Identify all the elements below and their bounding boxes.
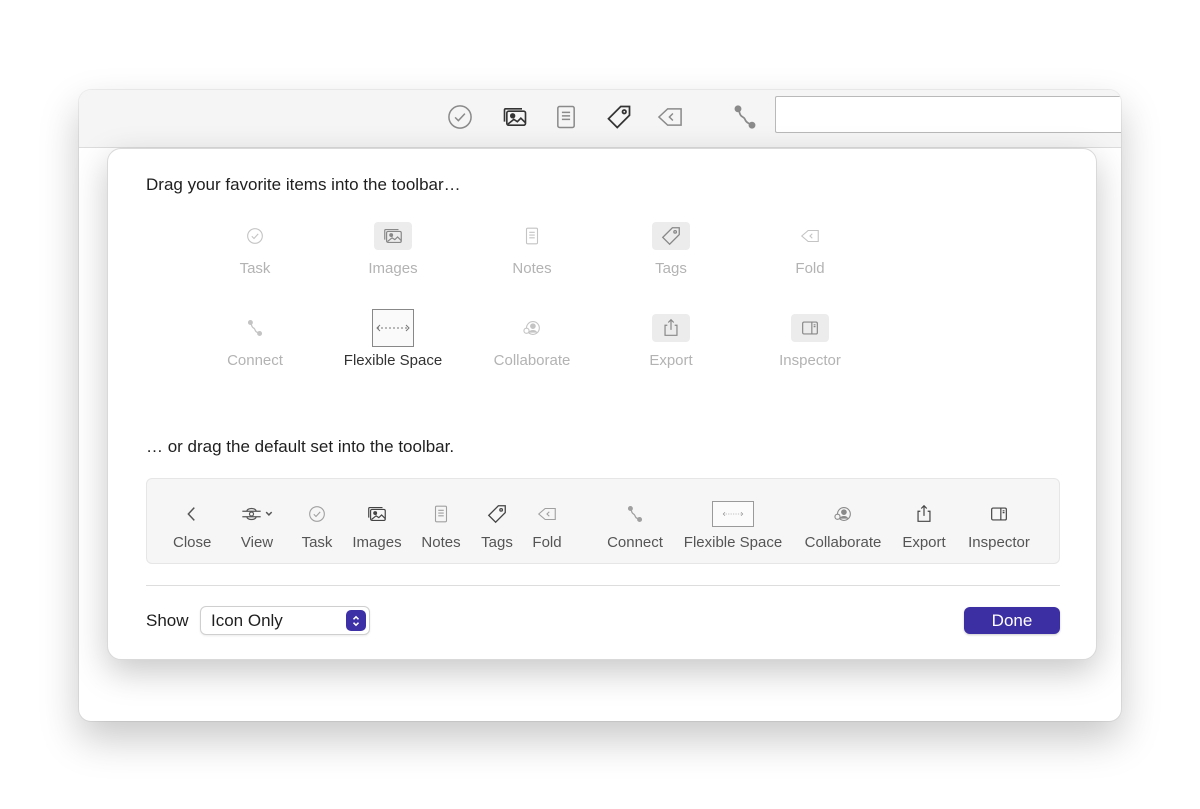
default-item-label: Notes <box>421 534 461 551</box>
palette-item-notes[interactable]: Notes <box>467 221 597 277</box>
notes-icon <box>434 505 448 523</box>
instruction-favorite-items: Drag your favorite items into the toolba… <box>146 175 461 194</box>
default-item-connect: Connect <box>605 501 665 551</box>
flexible-space-icon <box>722 511 744 517</box>
fold-icon <box>800 229 819 243</box>
palette-item-label: Inspector <box>779 352 841 369</box>
inspector-icon <box>991 507 1007 521</box>
default-item-images: Images <box>351 501 403 551</box>
sheet-divider <box>146 585 1060 586</box>
connect-icon <box>247 320 263 336</box>
palette-item-connect[interactable]: Connect <box>190 313 320 369</box>
default-item-fold: Fold <box>531 501 563 551</box>
export-icon <box>664 318 678 336</box>
images-icon[interactable] <box>498 100 532 134</box>
palette-item-inspector[interactable]: Inspector <box>745 313 875 369</box>
chevron-left-icon <box>187 507 195 521</box>
default-item-task: Task <box>299 501 335 551</box>
palette-item-task[interactable]: Task <box>190 221 320 277</box>
connect-icon[interactable] <box>728 100 762 134</box>
tags-icon <box>487 505 506 524</box>
palette-item-label: Connect <box>227 352 283 369</box>
task-icon[interactable] <box>443 100 477 134</box>
task-icon <box>247 228 263 244</box>
palette-item-label: Fold <box>795 260 825 277</box>
default-item-label: View <box>240 534 274 551</box>
done-button[interactable]: Done <box>964 607 1060 634</box>
default-item-label: Inspector <box>968 534 1030 551</box>
images-icon <box>384 228 402 244</box>
collaborate-icon <box>523 321 540 335</box>
window-toolbar <box>79 90 1121 148</box>
palette-item-label: Export <box>649 352 693 369</box>
default-item-label: Images <box>352 534 402 551</box>
palette-item-export[interactable]: Export <box>606 313 736 369</box>
default-item-collaborate: Collaborate <box>802 501 884 551</box>
default-item-flexible-space: Flexible Space <box>683 501 783 551</box>
show-mode-select[interactable]: Icon Only <box>200 606 370 635</box>
default-item-export: Export <box>901 501 947 551</box>
palette-item-collaborate[interactable]: Collaborate <box>467 313 597 369</box>
images-icon <box>368 506 386 522</box>
inspector-icon <box>802 321 818 335</box>
show-mode-value: Icon Only <box>211 611 283 630</box>
show-label: Show <box>146 611 189 630</box>
default-item-notes: Notes <box>419 501 463 551</box>
palette-item-label: Collaborate <box>493 352 571 369</box>
fold-icon[interactable] <box>653 100 687 134</box>
flexible-space-icon <box>376 324 410 332</box>
collaborate-icon <box>834 507 851 521</box>
default-item-tags: Tags <box>479 501 515 551</box>
palette-item-label: Images <box>368 260 418 277</box>
default-item-label: Close <box>173 534 212 551</box>
connect-icon <box>627 506 643 522</box>
default-set-toolbar[interactable]: Close View Task Images Notes Tags Fold C… <box>146 478 1060 564</box>
palette-item-fold[interactable]: Fold <box>745 221 875 277</box>
task-icon <box>309 506 325 522</box>
palette-item-flexible-space[interactable]: Flexible Space <box>328 309 458 369</box>
tags-icon <box>661 227 680 246</box>
view-icon <box>242 507 273 521</box>
customize-toolbar-sheet: Drag your favorite items into the toolba… <box>107 148 1097 660</box>
default-item-label: Collaborate <box>804 534 882 551</box>
fold-icon <box>537 507 556 521</box>
up-down-chevron-icon <box>346 610 366 631</box>
palette-item-label: Tags <box>655 260 687 277</box>
palette-item-tags[interactable]: Tags <box>606 221 736 277</box>
palette-item-label: Flexible Space <box>343 352 443 369</box>
export-icon <box>917 504 931 522</box>
palette-item-label: Notes <box>512 260 552 277</box>
palette-item-images[interactable]: Images <box>328 221 458 277</box>
default-item-inspector: Inspector <box>965 501 1033 551</box>
palette-item-label: Task <box>239 260 271 277</box>
default-item-label: Fold <box>532 534 562 551</box>
default-item-view: View <box>233 501 281 551</box>
tags-icon[interactable] <box>602 100 636 134</box>
notes-icon <box>525 227 539 245</box>
default-item-close: Close <box>173 501 211 551</box>
default-item-label: Tags <box>481 534 513 551</box>
instruction-default-set: … or drag the default set into the toolb… <box>146 437 455 456</box>
search-field[interactable] <box>775 96 1121 133</box>
default-item-label: Flexible Space <box>683 534 783 551</box>
default-item-label: Export <box>902 534 946 551</box>
default-item-label: Connect <box>607 534 663 551</box>
notes-icon[interactable] <box>549 100 583 134</box>
default-item-label: Task <box>301 534 333 551</box>
